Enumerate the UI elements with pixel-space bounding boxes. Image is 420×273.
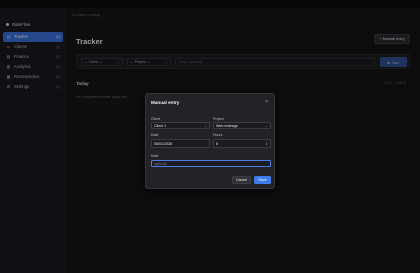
modal-backdrop[interactable]: Manual entry × Client Client 1 ⌄ Project… — [0, 0, 420, 273]
project-label: Project — [213, 117, 224, 121]
date-label: Date — [151, 133, 159, 137]
cancel-button[interactable]: Cancel — [232, 176, 251, 184]
dialog-title: Manual entry — [151, 100, 180, 105]
client-label: Client — [151, 117, 160, 121]
date-field-value: 08/01/2026 — [154, 141, 172, 146]
close-icon[interactable]: × — [265, 99, 268, 105]
hours-field-value: 8 — [216, 141, 218, 146]
project-field[interactable]: Web redesign ⌄ — [213, 122, 271, 129]
stepper-icon[interactable]: ⇕ — [265, 142, 268, 146]
client-field-value: Client 1 — [154, 123, 167, 128]
chevron-down-icon: ⌄ — [265, 123, 268, 128]
note-label: Note — [151, 154, 159, 158]
client-field[interactable]: Client 1 ⌄ — [151, 122, 210, 129]
project-field-value: Web redesign — [216, 123, 239, 128]
hours-field[interactable]: 8 ⇕ — [213, 139, 271, 148]
date-field[interactable]: 08/01/2026 — [151, 139, 210, 148]
hours-label: Hours — [213, 133, 223, 137]
note-field[interactable]: optional — [151, 160, 271, 167]
chevron-down-icon: ⌄ — [204, 123, 207, 128]
save-button[interactable]: Save — [254, 176, 271, 184]
note-field-placeholder: optional — [154, 161, 167, 166]
manual-entry-dialog: Manual entry × Client Client 1 ⌄ Project… — [145, 93, 275, 189]
